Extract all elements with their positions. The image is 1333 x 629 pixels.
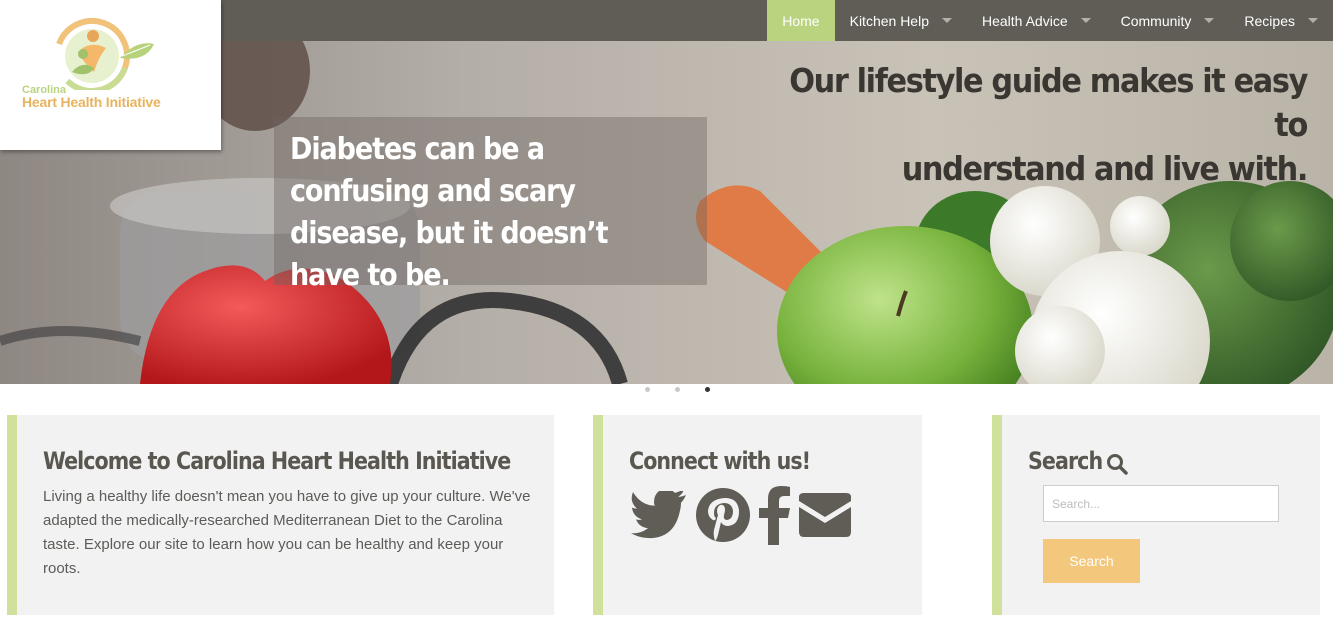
caret-down-icon — [942, 18, 952, 23]
caret-down-icon — [1308, 18, 1318, 23]
search-title: Search — [1028, 447, 1103, 475]
nav-item-health-advice[interactable]: Health Advice — [967, 0, 1106, 41]
nav-item-label: Community — [1120, 12, 1192, 29]
logo-text-name: Heart Health Initiative — [22, 94, 161, 110]
main-nav: Home Kitchen Help Health Advice Communit… — [767, 0, 1333, 41]
nav-item-label: Home — [782, 12, 820, 29]
hero-headline: Our lifestyle guide makes it easy to und… — [755, 59, 1309, 191]
slider-dot-2[interactable] — [675, 387, 680, 392]
slider-dot-3[interactable] — [705, 387, 710, 392]
nav-item-home[interactable]: Home — [767, 0, 835, 41]
nav-item-community[interactable]: Community — [1106, 0, 1230, 41]
slider-pagination — [645, 387, 710, 392]
search-panel: Search Search — [992, 415, 1320, 615]
connect-panel: Connect with us! — [593, 415, 922, 615]
social-links — [631, 485, 851, 545]
site-logo[interactable]: Carolina Heart Health Initiative — [0, 0, 221, 150]
caret-down-icon — [1204, 18, 1215, 23]
welcome-title: Welcome to Carolina Heart Health Initiat… — [43, 447, 511, 475]
connect-title: Connect with us! — [629, 447, 811, 475]
pinterest-icon[interactable] — [695, 487, 751, 543]
nav-item-recipes[interactable]: Recipes — [1229, 0, 1333, 41]
hero-headline-line2: understand and live with. — [901, 149, 1309, 188]
caret-down-icon — [1080, 18, 1091, 23]
nav-item-label: Recipes — [1244, 12, 1295, 29]
hero-headline-line1: Our lifestyle guide makes it easy to — [789, 61, 1308, 144]
search-icon — [1106, 453, 1128, 480]
envelope-icon[interactable] — [799, 493, 851, 537]
nav-item-label: Kitchen Help — [849, 12, 929, 29]
slider-dot-1[interactable] — [645, 387, 650, 392]
nav-item-kitchen-help[interactable]: Kitchen Help — [835, 0, 967, 41]
search-button[interactable]: Search — [1043, 539, 1140, 583]
nav-item-label: Health Advice — [982, 12, 1068, 29]
twitter-icon[interactable] — [631, 491, 687, 539]
hero-tagline: Diabetes can be a confusing and scary di… — [290, 132, 609, 293]
welcome-text: Living a healthy life doesn't mean you h… — [43, 488, 531, 577]
welcome-panel: Welcome to Carolina Heart Health Initiat… — [7, 415, 554, 615]
logo-emblem-icon — [54, 18, 154, 90]
search-input[interactable] — [1043, 485, 1279, 522]
facebook-icon[interactable] — [759, 485, 791, 545]
